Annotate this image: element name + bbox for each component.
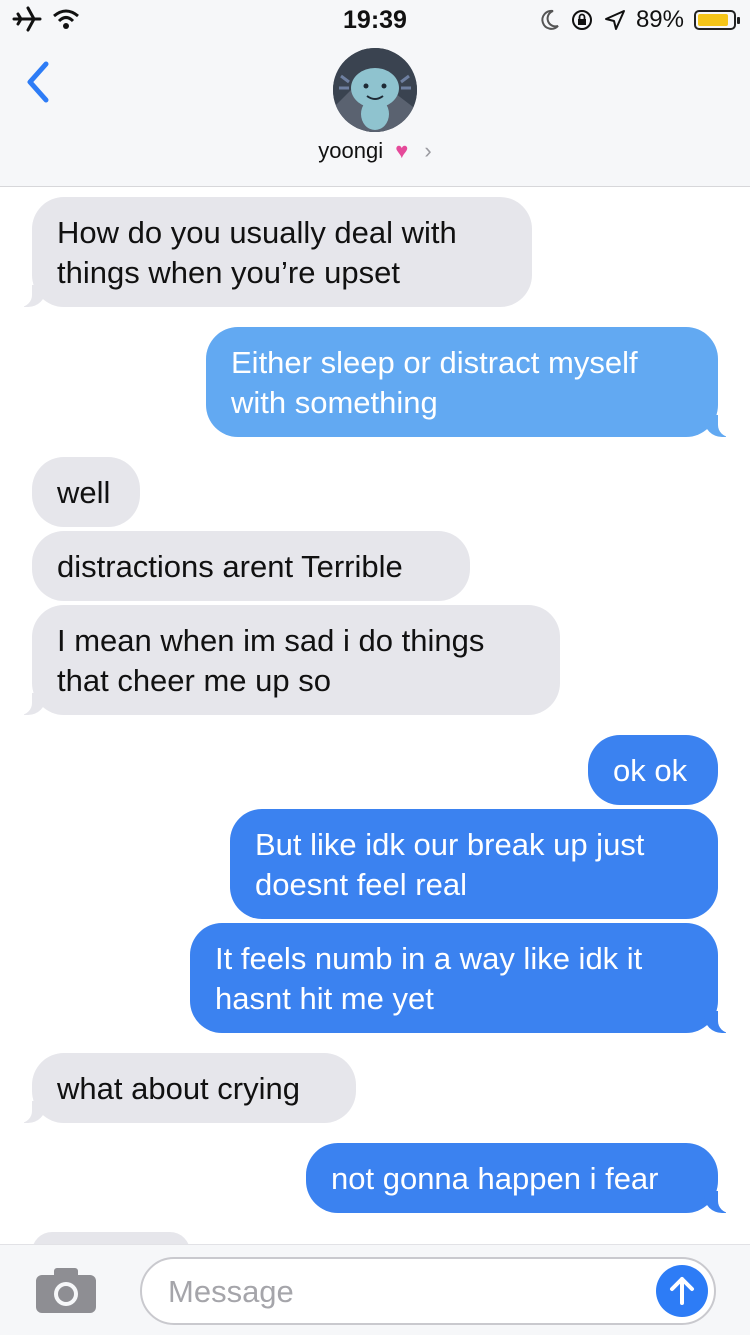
status-right: 89%	[540, 6, 740, 34]
message-bubble-partial	[32, 1232, 190, 1244]
message-bubble-incoming[interactable]: I mean when im sad i do things that chee…	[18, 605, 560, 715]
message-bubble-incoming[interactable]: well	[32, 457, 140, 527]
message-bubble-outgoing[interactable]: ok ok	[588, 735, 718, 805]
contact-name: yoongi	[318, 138, 384, 163]
message-bubble-incoming[interactable]: what about crying	[18, 1053, 356, 1123]
message-input[interactable]	[166, 1271, 640, 1313]
location-icon	[604, 10, 625, 30]
contact-avatar[interactable]	[333, 48, 417, 132]
compose-bar	[0, 1244, 750, 1335]
send-button[interactable]	[656, 1265, 708, 1317]
message-field[interactable]	[140, 1257, 716, 1325]
message-bubble-incoming[interactable]: distractions arent Terrible	[32, 531, 470, 601]
battery-fill	[698, 14, 729, 26]
message-bubble-incoming[interactable]: How do you usually deal with things when…	[18, 197, 532, 307]
moon-icon	[541, 9, 559, 30]
rotation-lock-icon	[571, 10, 592, 30]
battery-icon	[694, 10, 740, 30]
sparkling-heart-icon: ♥	[395, 138, 409, 163]
message-bubble-outgoing[interactable]: Either sleep or distract myself with som…	[206, 327, 732, 437]
arrow-up-icon	[670, 1277, 694, 1305]
chevron-right-icon: ›	[424, 138, 432, 163]
message-bubble-outgoing[interactable]: But like idk our break up just doesnt fe…	[230, 809, 718, 919]
avatar-character-icon	[333, 48, 417, 132]
status-bar: 19:39 89%	[0, 0, 750, 40]
message-bubble-outgoing[interactable]: not gonna happen i fear	[306, 1143, 732, 1213]
message-thread[interactable]: How do you usually deal with things when…	[0, 187, 750, 1244]
conversation-header: yoongi ♥ ›	[0, 40, 750, 187]
camera-icon[interactable]	[34, 1265, 98, 1315]
message-bubble-outgoing[interactable]: It feels numb in a way like idk it hasnt…	[190, 923, 732, 1033]
contact-name-row[interactable]: yoongi ♥ ›	[0, 138, 750, 164]
back-chevron-icon[interactable]	[18, 58, 58, 106]
battery-percent: 89%	[635, 6, 684, 33]
